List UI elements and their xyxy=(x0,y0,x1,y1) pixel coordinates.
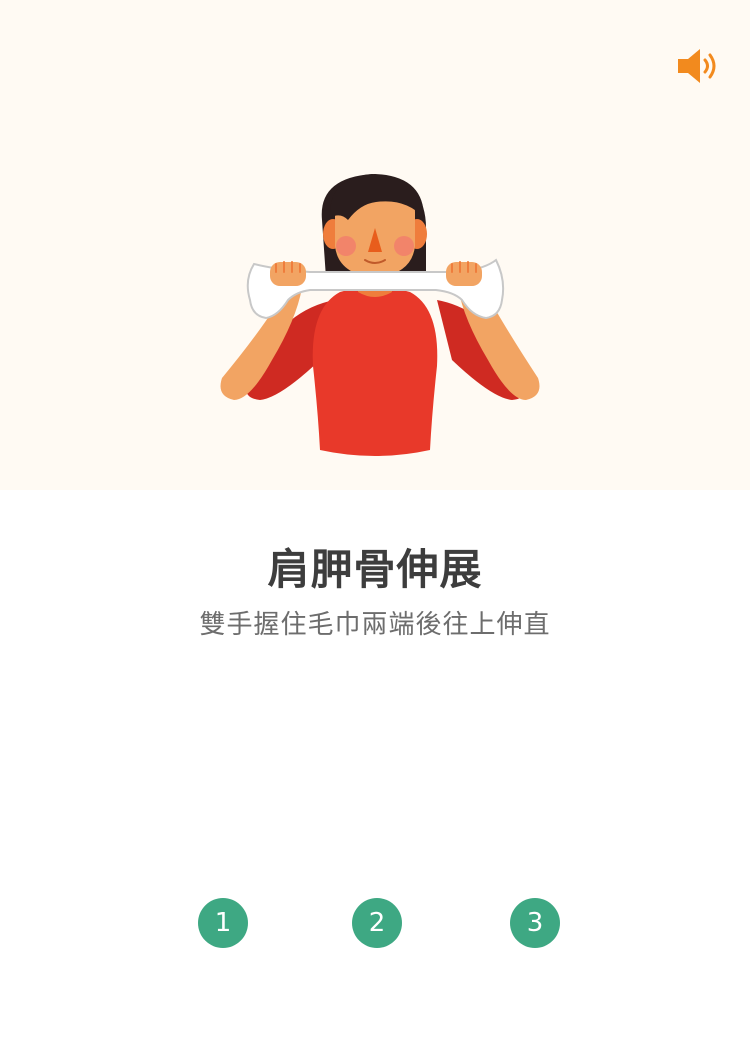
step-1-button[interactable]: 1 xyxy=(198,898,248,948)
exercise-illustration xyxy=(220,174,540,456)
sound-button[interactable] xyxy=(674,44,722,88)
exercise-title: 肩胛骨伸展 xyxy=(267,545,483,594)
step-3-button[interactable]: 3 xyxy=(510,898,560,948)
illustration-panel xyxy=(0,0,750,490)
exercise-instruction: 雙手握住毛巾兩端後往上伸直 xyxy=(199,610,551,640)
speaker-icon xyxy=(678,49,716,83)
step-2-button[interactable]: 2 xyxy=(352,898,402,948)
